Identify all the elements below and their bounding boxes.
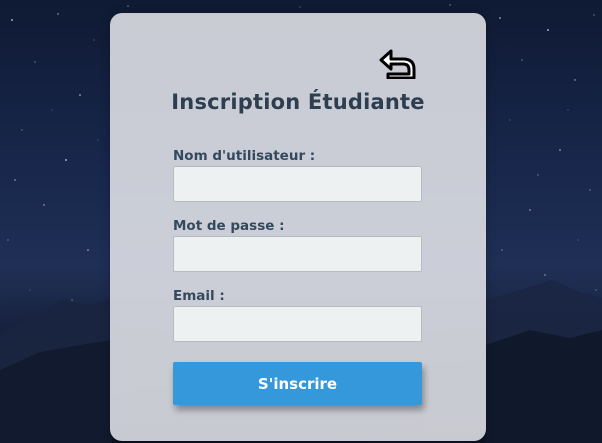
registration-card: Inscription Étudiante Nom d'utilisateur …	[110, 13, 486, 441]
password-field[interactable]	[173, 236, 422, 272]
email-field[interactable]	[173, 306, 422, 342]
password-label: Mot de passe :	[173, 218, 285, 234]
register-button[interactable]: S'inscrire	[173, 362, 422, 405]
page-title: Inscription Étudiante	[171, 90, 425, 114]
undo-arrow-icon[interactable]	[379, 49, 417, 79]
email-label: Email :	[173, 288, 225, 304]
username-field[interactable]	[173, 166, 422, 202]
username-label: Nom d'utilisateur :	[173, 148, 316, 164]
